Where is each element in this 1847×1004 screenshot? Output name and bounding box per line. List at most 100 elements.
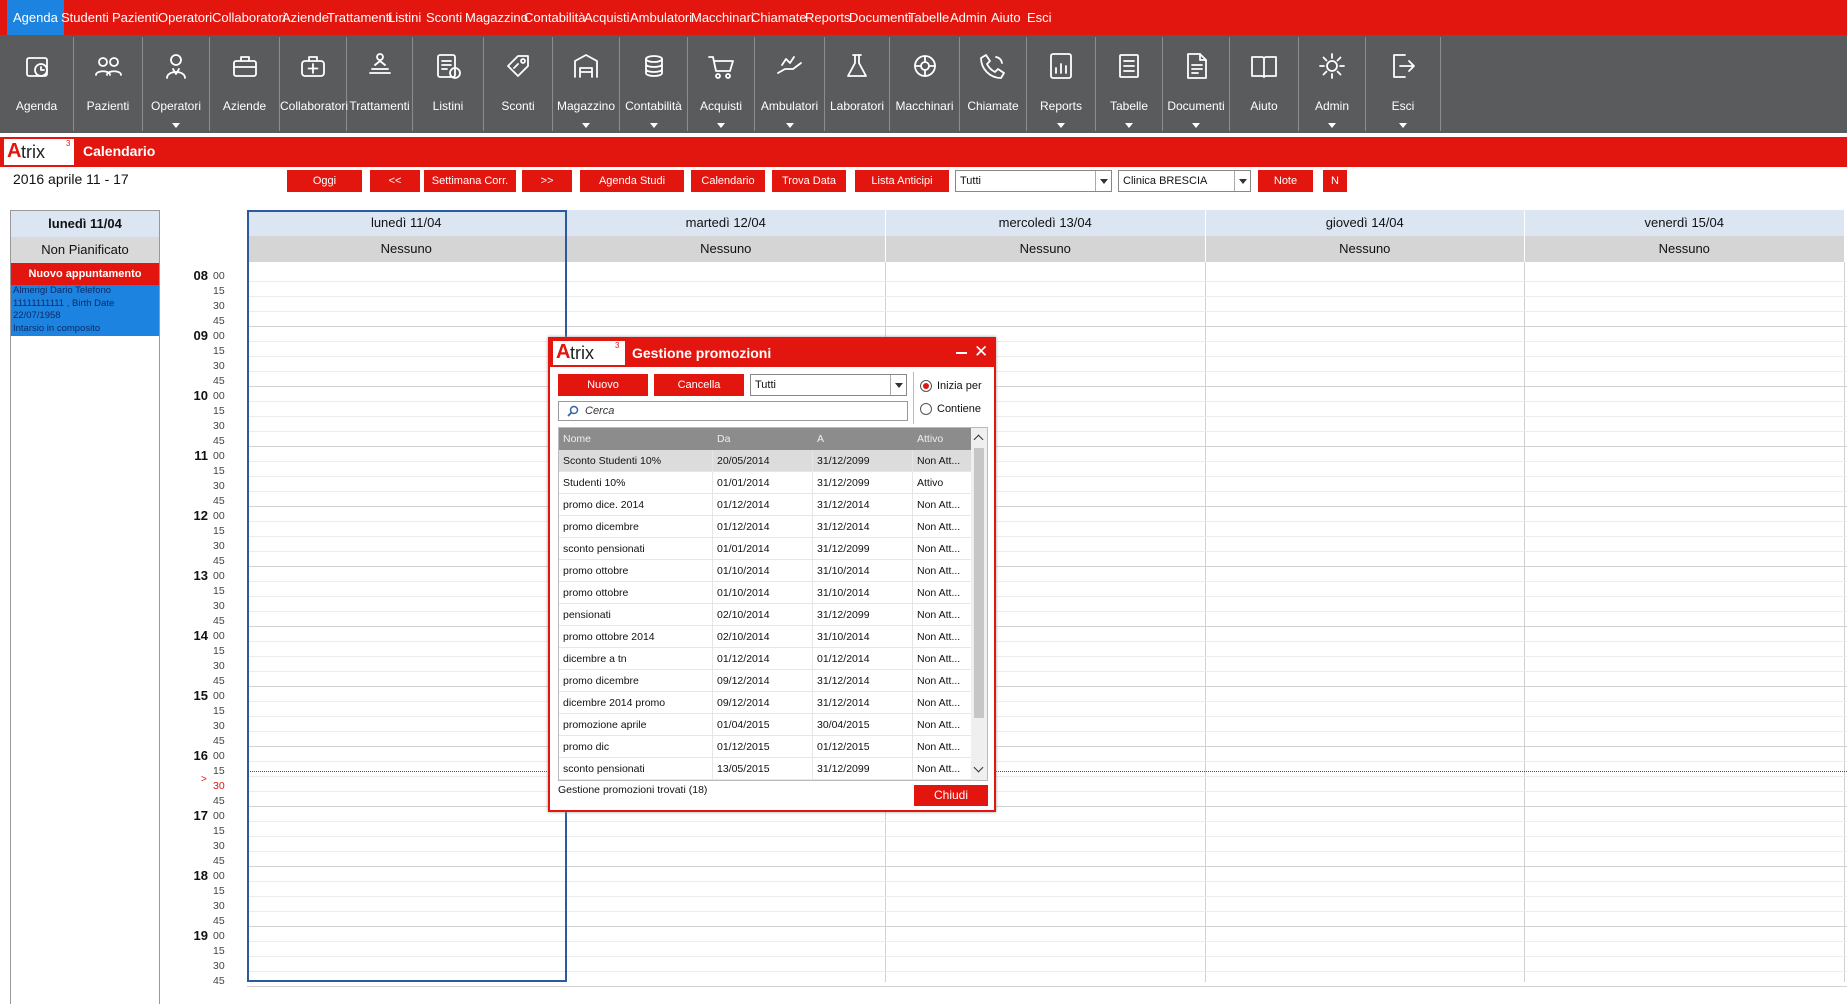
table-row[interactable]: Studenti 10% 01/01/2014 31/12/2099 Attivo	[559, 472, 971, 494]
toolbar-button-aiuto[interactable]: Aiuto	[1230, 37, 1299, 131]
appointment-card[interactable]: Almerigi Dario Telefono 11111111111 , Bi…	[11, 285, 159, 336]
day-column[interactable]	[1206, 262, 1525, 982]
toolbar-button-listini[interactable]: Listini	[413, 37, 484, 131]
table-row[interactable]: promo ottobre 01/10/2014 31/10/2014 Non Att…	[559, 582, 971, 604]
toolbar-button-ambulatori[interactable]: Ambulatori	[755, 37, 825, 131]
column-header-nome[interactable]: Nome	[563, 433, 591, 445]
menu-item-contabilita[interactable]: Contabilità	[524, 0, 585, 35]
table-scrollbar[interactable]	[971, 428, 987, 780]
clinic-select[interactable]: Clinica BRESCIA	[1118, 170, 1251, 192]
menu-item-aziende[interactable]: Aziende	[282, 0, 329, 35]
column-header-da[interactable]: Da	[717, 433, 730, 445]
toolbar-button-acquisti[interactable]: Acquisti	[688, 37, 755, 131]
menu-item-ambulatori[interactable]: Ambulatori	[630, 0, 692, 35]
toolbar-button-magazzino[interactable]: Magazzino	[553, 37, 620, 131]
menu-item-aiuto[interactable]: Aiuto	[991, 0, 1021, 35]
filter-select[interactable]: Tutti	[955, 170, 1112, 192]
users-icon	[95, 57, 122, 76]
table-row[interactable]: promo dic 01/12/2015 01/12/2015 Non Att...	[559, 736, 971, 758]
column-header-a[interactable]: A	[817, 433, 824, 445]
caret-down-icon	[1328, 123, 1336, 128]
toolbar-button-reports[interactable]: Reports	[1027, 37, 1096, 131]
search-input[interactable]: Cerca	[558, 401, 908, 421]
menu-item-tabelle[interactable]: Tabelle	[908, 0, 949, 35]
toolbar-button-contabilita[interactable]: Contabilità	[620, 37, 688, 131]
toolbar-button-trattamenti[interactable]: Trattamenti	[347, 37, 413, 131]
day-header[interactable]: venerdì 15/04	[1525, 210, 1845, 236]
toolbar-button-sconti[interactable]: Sconti	[484, 37, 553, 131]
minute-label: 00	[213, 450, 225, 462]
day-column[interactable]	[1525, 262, 1845, 982]
table-row[interactable]: promo ottobre 2014 02/10/2014 31/10/2014 No…	[559, 626, 971, 648]
trova-data-button[interactable]: Trova Data	[772, 170, 846, 192]
menu-item-trattamenti[interactable]: Trattamenti	[327, 0, 392, 35]
promotion-filter-select[interactable]: Tutti	[750, 374, 907, 396]
toolbar-button-operatori[interactable]: Operatori	[143, 37, 210, 131]
toolbar-button-tabelle[interactable]: Tabelle	[1096, 37, 1163, 131]
table-row[interactable]: Sconto Studenti 10% 20/05/2014 31/12/2099 N…	[559, 450, 971, 472]
menu-item-listini[interactable]: Listini	[388, 0, 421, 35]
menu-item-macchinari[interactable]: Macchinari	[691, 0, 754, 35]
table-row[interactable]: promo dicembre 01/12/2014 31/12/2014 Non At…	[559, 516, 971, 538]
note-button[interactable]: Note	[1258, 170, 1313, 192]
medical-bag-icon	[301, 56, 325, 77]
menu-item-pazienti[interactable]: Pazienti	[112, 0, 158, 35]
menu-item-admin[interactable]: Admin	[950, 0, 987, 35]
table-row[interactable]: promo ottobre 01/10/2014 31/10/2014 Non Att…	[559, 560, 971, 582]
table-row[interactable]: pensionati 02/10/2014 31/12/2099 Non Att...	[559, 604, 971, 626]
scroll-thumb[interactable]	[974, 448, 984, 718]
toolbar-button-laboratori[interactable]: Laboratori	[825, 37, 890, 131]
table-cell: Non Att...	[917, 719, 961, 731]
next-week-button[interactable]: >>	[522, 170, 572, 192]
table-row[interactable]: dicembre a tn 01/12/2014 01/12/2014 Non Att…	[559, 648, 971, 670]
toolbar-button-macchinari[interactable]: Macchinari	[890, 37, 960, 131]
menu-item-collaboratori[interactable]: Collaboratori	[212, 0, 286, 35]
calendario-button[interactable]: Calendario	[691, 170, 765, 192]
toolbar-button-agenda[interactable]: Agenda	[0, 37, 74, 131]
new-promotion-button[interactable]: Nuovo	[558, 374, 648, 396]
day-header[interactable]: mercoledì 13/04	[886, 210, 1206, 236]
table-row[interactable]: promozione aprile 01/04/2015 30/04/2015 Non…	[559, 714, 971, 736]
n-button[interactable]: N	[1323, 170, 1347, 192]
current-week-button[interactable]: Settimana Corr.	[424, 170, 516, 192]
menu-item-magazzino[interactable]: Magazzino	[465, 0, 528, 35]
menu-item-reports[interactable]: Reports	[805, 0, 851, 35]
dialog-title-bar[interactable]: A trix 3 Gestione promozioni ✕	[550, 339, 994, 367]
toolbar-button-documenti[interactable]: Documenti	[1163, 37, 1230, 131]
table-row[interactable]: sconto pensionati 01/01/2014 31/12/2099 Non…	[559, 538, 971, 560]
menu-item-chiamate[interactable]: Chiamate	[751, 0, 807, 35]
scroll-down-icon[interactable]	[973, 762, 984, 773]
toolbar-button-aziende[interactable]: Aziende	[210, 37, 280, 131]
table-row[interactable]: dicembre 2014 promo 09/12/2014 31/12/2014 N…	[559, 692, 971, 714]
toolbar-button-admin[interactable]: Admin	[1299, 37, 1366, 131]
close-icon[interactable]: ✕	[974, 342, 988, 362]
toolbar-button-collaboratori[interactable]: Collaboratori	[280, 37, 348, 131]
new-appointment-button[interactable]: Nuovo appuntamento	[11, 263, 159, 285]
agenda-studi-button[interactable]: Agenda Studi	[580, 170, 684, 192]
appointment-line: Intarsio in composito	[13, 322, 101, 334]
day-header[interactable]: martedì 12/04	[566, 210, 886, 236]
close-dialog-button[interactable]: Chiudi	[914, 785, 988, 806]
scroll-up-icon[interactable]	[973, 434, 984, 445]
toolbar-button-pazienti[interactable]: Pazienti	[74, 37, 143, 131]
day-header[interactable]: giovedì 14/04	[1205, 210, 1525, 236]
today-button[interactable]: Oggi	[287, 170, 362, 192]
table-row[interactable]: promo dicembre 09/12/2014 31/12/2014 Non At…	[559, 670, 971, 692]
menu-item-agenda[interactable]: Agenda	[7, 0, 64, 35]
table-row[interactable]: sconto pensionati 13/05/2015 31/12/2099 Non…	[559, 758, 971, 780]
hour-label: 16	[193, 748, 208, 763]
minimize-icon[interactable]	[956, 352, 967, 354]
menu-item-documenti[interactable]: Documenti	[849, 0, 911, 35]
toolbar-button-esci[interactable]: Esci	[1366, 37, 1441, 131]
menu-item-acquisti[interactable]: Acquisti	[584, 0, 630, 35]
menu-item-operatori[interactable]: Operatori	[158, 0, 212, 35]
menu-item-esci[interactable]: Esci	[1027, 0, 1052, 35]
column-header-attivo[interactable]: Attivo	[917, 433, 943, 445]
cancel-promotion-button[interactable]: Cancella	[654, 374, 744, 396]
previous-week-button[interactable]: <<	[370, 170, 420, 192]
menu-item-studenti[interactable]: Studenti	[61, 0, 109, 35]
table-row[interactable]: promo dice. 2014 01/12/2014 31/12/2014 Non …	[559, 494, 971, 516]
toolbar-button-chiamate[interactable]: Chiamate	[960, 37, 1027, 131]
menu-item-sconti[interactable]: Sconti	[426, 0, 462, 35]
lista-anticipi-button[interactable]: Lista Anticipi	[855, 170, 949, 192]
